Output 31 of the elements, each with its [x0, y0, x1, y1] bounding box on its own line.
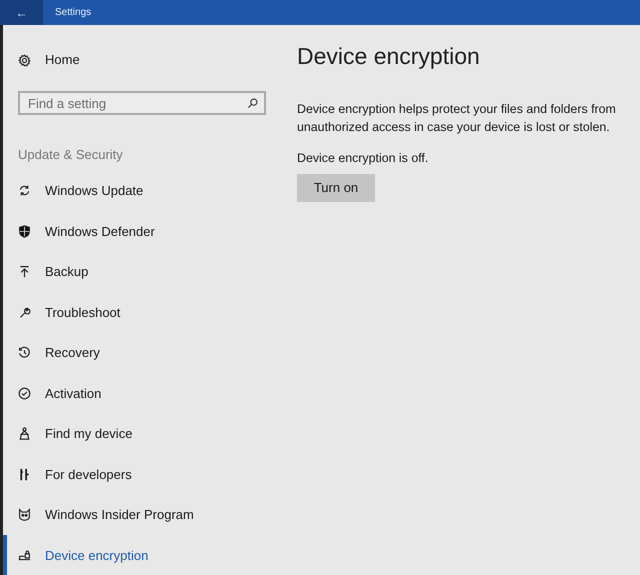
laptop-lock-icon	[18, 548, 31, 562]
back-button[interactable]: ←	[0, 0, 43, 25]
nav-item[interactable]: For developers	[3, 454, 138, 494]
nav-item[interactable]: Device encryption	[3, 535, 154, 575]
search-icon	[247, 98, 258, 109]
nav-item[interactable]: Find my device	[3, 414, 138, 454]
page-heading: Device encryption	[297, 43, 481, 71]
section-heading: Update & Security	[18, 146, 124, 164]
description-text: Device encryption helps protect your files and folders from unauthorized access in case your device is lost or stolen.	[297, 100, 617, 136]
upload-icon	[18, 265, 31, 278]
nav-item[interactable]: Windows Update	[3, 170, 150, 211]
nav-item[interactable]: Recovery	[3, 332, 106, 373]
person-pin-icon	[18, 427, 31, 440]
home-link[interactable]: Home	[3, 42, 80, 78]
status-text: Device encryption is off.	[297, 150, 430, 167]
nav-item[interactable]: Windows Insider Program	[3, 494, 200, 535]
shield-icon	[18, 224, 31, 238]
nav-item[interactable]: Activation	[3, 373, 108, 414]
cat-face-icon	[18, 508, 31, 522]
nav-item[interactable]: Backup	[3, 252, 94, 292]
history-icon	[18, 346, 31, 360]
nav-item[interactable]: Troubleshoot	[3, 292, 126, 332]
tools-icon	[18, 468, 31, 481]
sync-icon	[18, 184, 31, 198]
nav-item[interactable]: Windows Defender	[3, 211, 161, 252]
wrench-icon	[18, 306, 31, 319]
search-field[interactable]: Find a setting	[18, 91, 266, 115]
window-title: Settings	[54, 6, 92, 20]
check-circle-icon	[18, 386, 31, 400]
gear-icon	[18, 54, 31, 66]
turn-on-button[interactable]: Turn on	[297, 174, 375, 202]
